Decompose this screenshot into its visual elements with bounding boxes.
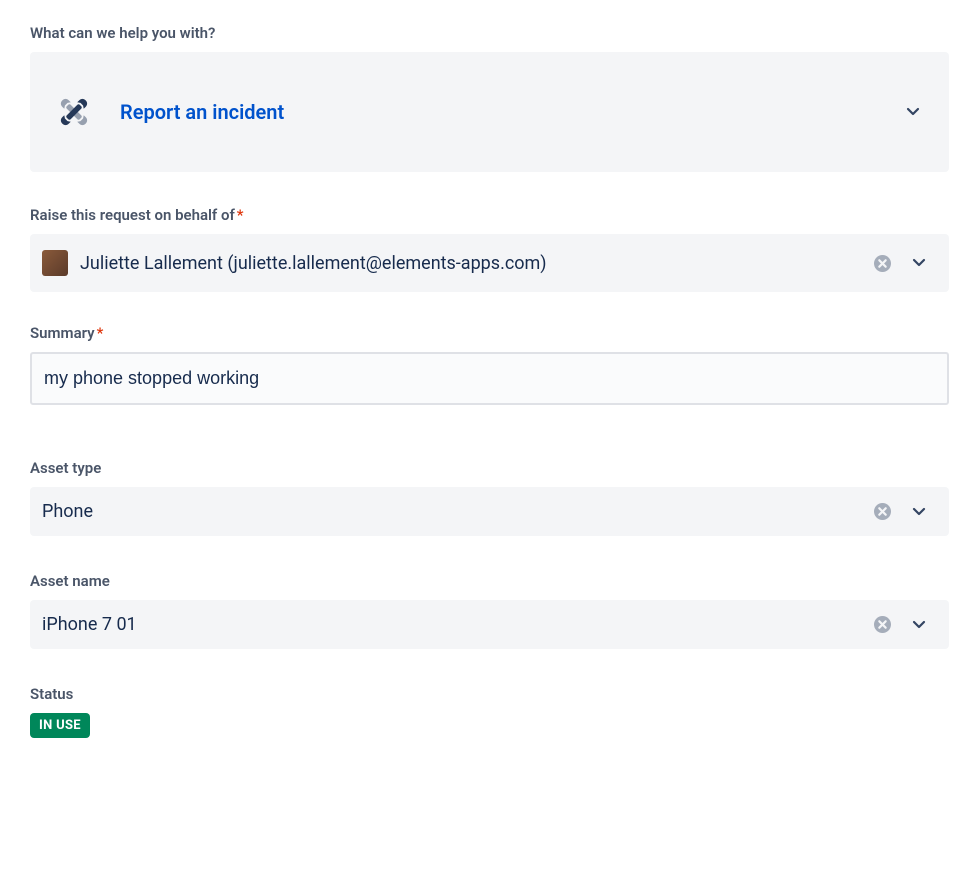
chevron-down-icon [911, 617, 927, 633]
request-type-card[interactable]: Report an incident [30, 52, 949, 172]
asset-name-value: iPhone 7 01 [42, 614, 858, 635]
status-label: Status [30, 685, 949, 703]
behalf-value: Juliette Lallement (juliette.lallement@e… [80, 253, 858, 274]
status-badge: IN USE [30, 713, 90, 738]
asset-name-select[interactable]: iPhone 7 01 [30, 600, 949, 649]
chevron-down-icon [911, 504, 927, 520]
expand-behalf-button[interactable] [907, 251, 931, 275]
asset-type-select[interactable]: Phone [30, 487, 949, 536]
clear-behalf-button[interactable] [870, 251, 895, 276]
asset-type-label: Asset type [30, 459, 949, 477]
close-icon [874, 616, 891, 633]
wrench-icon [52, 90, 96, 134]
summary-input[interactable] [30, 352, 949, 405]
behalf-select[interactable]: Juliette Lallement (juliette.lallement@e… [30, 234, 949, 292]
close-icon [874, 255, 891, 272]
clear-asset-type-button[interactable] [870, 499, 895, 524]
summary-label: Summary* [30, 324, 949, 342]
expand-asset-type-button[interactable] [907, 500, 931, 524]
chevron-down-icon [905, 104, 921, 120]
clear-asset-name-button[interactable] [870, 612, 895, 637]
request-type-title: Report an incident [120, 100, 905, 124]
asset-type-value: Phone [42, 501, 858, 522]
expand-asset-name-button[interactable] [907, 613, 931, 637]
behalf-label: Raise this request on behalf of* [30, 206, 949, 224]
close-icon [874, 503, 891, 520]
help-with-label: What can we help you with? [30, 24, 949, 42]
avatar [42, 250, 68, 276]
chevron-down-icon [911, 255, 927, 271]
asset-name-label: Asset name [30, 572, 949, 590]
